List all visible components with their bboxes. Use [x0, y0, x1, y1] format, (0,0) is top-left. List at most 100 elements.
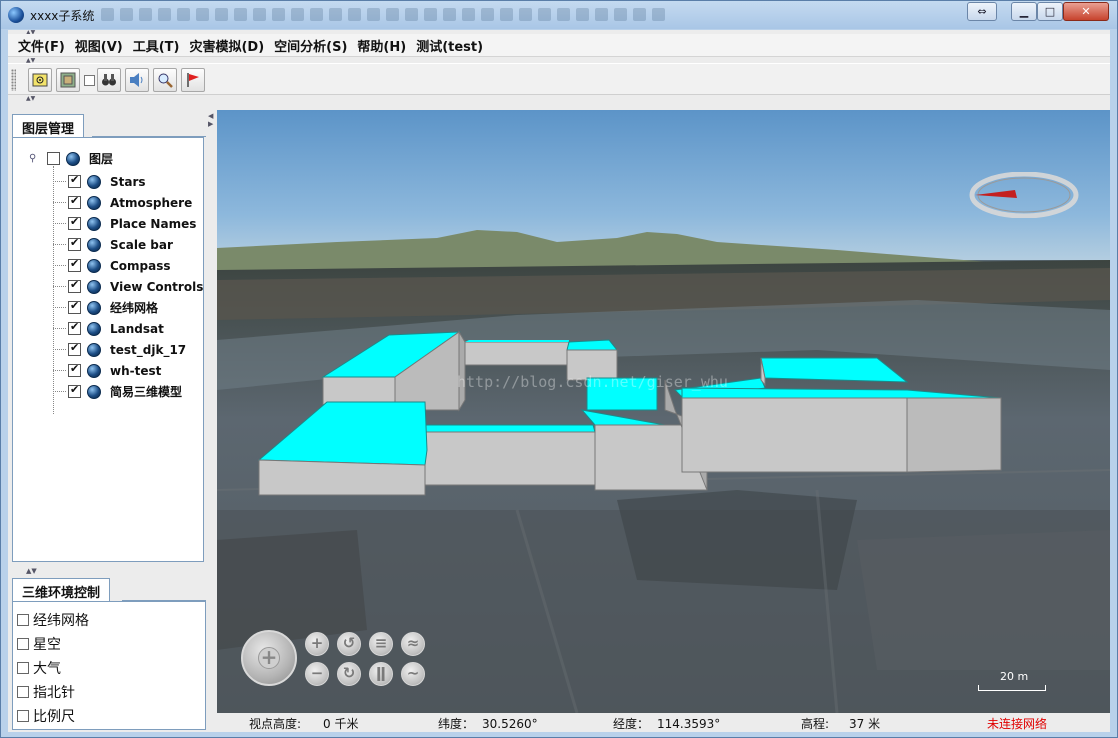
maximize-button[interactable]: □: [1037, 2, 1063, 21]
terrain-icon: ≈: [406, 634, 420, 652]
globe-3d-viewport[interactable]: http://blog.csdn.net/giser_whu + + ↺ ≡ ≈…: [217, 110, 1110, 713]
layer-checkbox[interactable]: [68, 173, 81, 188]
layer-checkbox[interactable]: [68, 320, 81, 335]
env-checkbox[interactable]: [17, 662, 29, 674]
tab-env-control[interactable]: 三维环境控制: [12, 578, 111, 601]
layer-item-simple-3d-model[interactable]: 简易三维模型: [51, 381, 203, 402]
env-checkbox[interactable]: [17, 686, 29, 698]
tilt-down-button[interactable]: ∼: [401, 662, 425, 686]
rotate-cw-icon: ↻: [342, 664, 356, 682]
watermark-text: http://blog.csdn.net/giser_whu: [457, 373, 728, 391]
minimize-button[interactable]: ▁: [1011, 2, 1037, 21]
layer-checkbox[interactable]: [68, 194, 81, 209]
layer-checkbox[interactable]: [68, 299, 81, 314]
env-option-label: 经纬网格: [33, 613, 89, 629]
globe-icon: [87, 300, 101, 315]
rotate-right-button[interactable]: ↻: [337, 662, 361, 686]
tree-expander-icon[interactable]: ⚲: [29, 153, 39, 164]
layer-item-place-names[interactable]: Place Names: [51, 213, 203, 234]
layer-checkbox[interactable]: [68, 236, 81, 251]
layer-checkbox[interactable]: [68, 362, 81, 377]
env-option-label: 指北针: [33, 685, 75, 701]
zoom-out-button[interactable]: −: [305, 662, 329, 686]
eye-altitude: 视点高度: 0 千米: [249, 715, 359, 732]
layer-checkbox[interactable]: [68, 383, 81, 398]
speaker-button[interactable]: [125, 68, 149, 92]
north-arrow-icon: [975, 190, 1017, 198]
pitch-icon: ≡: [374, 634, 388, 652]
menu-disaster-simulation[interactable]: 灾害模拟(D): [185, 36, 270, 55]
layer-checkbox[interactable]: [68, 215, 81, 230]
swap-arrows-icon: ⇔: [977, 5, 987, 18]
rotate-left-button[interactable]: ↺: [337, 632, 361, 656]
tab-layer-manager[interactable]: 图层管理: [12, 114, 85, 137]
magnifier-icon: [158, 73, 173, 88]
layer-item-scale-bar[interactable]: Scale bar: [51, 234, 203, 255]
close-button[interactable]: ✕: [1063, 2, 1109, 21]
layer-item-atmosphere[interactable]: Atmosphere: [51, 192, 203, 213]
minimize-icon: ▁: [1019, 5, 1029, 18]
map-target-button[interactable]: [28, 68, 52, 92]
toolbar-checkbox[interactable]: [84, 75, 95, 86]
env-option-stars[interactable]: 星空: [17, 632, 89, 656]
zoom-in-button[interactable]: +: [305, 632, 329, 656]
layer-label: Compass: [110, 258, 171, 273]
scale-bar: 20 m: [978, 670, 1048, 692]
switch-window-button[interactable]: ⇔: [967, 2, 997, 21]
layer-item-compass[interactable]: Compass: [51, 255, 203, 276]
latitude-label: 纬度：: [438, 717, 475, 731]
menu-bar: 文件(F) 视图(V) 工具(T) 灾害模拟(D) 空间分析(S) 帮助(H) …: [8, 34, 1110, 57]
menu-spatial-analysis[interactable]: 空间分析(S): [270, 36, 353, 55]
layer-checkbox[interactable]: [68, 278, 81, 293]
pan-control[interactable]: +: [241, 630, 297, 686]
env-option-scale-bar[interactable]: 比例尺: [17, 704, 89, 728]
menu-file[interactable]: 文件(F): [14, 36, 71, 55]
layer-item-landsat[interactable]: Landsat: [51, 318, 203, 339]
layer-label: Place Names: [110, 216, 197, 231]
title-bar[interactable]: xxxx子系统 ⇔ ▁ □ ✕: [1, 1, 1117, 29]
window-title: xxxx子系统: [30, 9, 95, 23]
tilt-up-button[interactable]: ≈: [401, 632, 425, 656]
toolbar-drag-handle[interactable]: [11, 69, 16, 91]
panel-grip[interactable]: ▲▼: [8, 95, 1110, 102]
layer-item-view-controls[interactable]: View Controls: [51, 276, 203, 297]
globe-icon: [87, 174, 101, 189]
env-checkbox[interactable]: [17, 710, 29, 722]
longitude-label: 经度：: [613, 717, 650, 731]
layer-label: View Controls: [110, 279, 204, 294]
layer-item-test-djk-17[interactable]: test_djk_17: [51, 339, 203, 360]
layer-tree-root[interactable]: ⚲ 图层: [29, 150, 113, 167]
layer-item-graticule[interactable]: 经纬网格: [51, 297, 203, 318]
menu-help[interactable]: 帮助(H): [353, 36, 412, 55]
search-button[interactable]: [153, 68, 177, 92]
menu-view[interactable]: 视图(V): [71, 36, 129, 55]
layers-icon: [60, 72, 76, 88]
globe-icon: [87, 237, 101, 252]
binoculars-button[interactable]: [97, 68, 121, 92]
pitch-button[interactable]: ≡: [369, 632, 393, 656]
layers-button[interactable]: [56, 68, 80, 92]
pan-cross-icon: +: [258, 647, 280, 669]
collapse-arrows-icon: ▲▼: [26, 95, 36, 102]
layer-item-stars[interactable]: Stars: [51, 171, 203, 192]
menu-test[interactable]: 测试(test): [412, 36, 489, 55]
flag-button[interactable]: [181, 68, 205, 92]
env-checkbox[interactable]: [17, 638, 29, 650]
layer-list: Stars Atmosphere Place Names Scale bar C…: [51, 171, 203, 402]
menu-tools[interactable]: 工具(T): [129, 36, 186, 55]
side-collapse-arrows-icon[interactable]: ◀ ▶: [208, 112, 213, 128]
layer-checkbox[interactable]: [68, 257, 81, 272]
elevation-label: 高程:: [801, 717, 830, 731]
layer-item-wh-test[interactable]: wh-test: [51, 360, 203, 381]
env-option-graticule[interactable]: 经纬网格: [17, 608, 89, 632]
network-status: 未连接网络: [987, 717, 1048, 731]
env-option-atmosphere[interactable]: 大气: [17, 656, 89, 680]
env-option-compass[interactable]: 指北针: [17, 680, 89, 704]
env-checkbox[interactable]: [17, 614, 29, 626]
layer-label: test_djk_17: [110, 342, 187, 357]
root-checkbox[interactable]: [47, 152, 60, 165]
panel-split-arrows-icon[interactable]: ▲▼: [26, 567, 37, 575]
layer-checkbox[interactable]: [68, 341, 81, 356]
compass-widget[interactable]: [969, 172, 1079, 218]
exaggeration-button[interactable]: ǁ: [369, 662, 393, 686]
